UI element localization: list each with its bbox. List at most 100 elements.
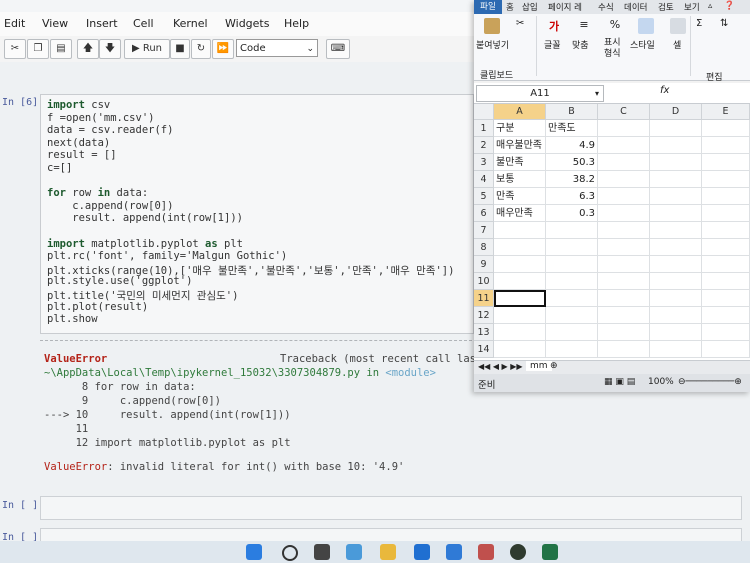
grid-cell[interactable] bbox=[702, 307, 750, 324]
sort-filter-icon[interactable]: ⇅ bbox=[720, 18, 736, 34]
grid-cell[interactable]: 만족 bbox=[494, 188, 546, 205]
grid-cell[interactable]: 0.3 bbox=[546, 205, 598, 222]
grid-cell[interactable] bbox=[650, 324, 702, 341]
grid-cell[interactable] bbox=[702, 290, 750, 307]
menu-cell[interactable]: Cell bbox=[133, 17, 154, 30]
grid-cell[interactable] bbox=[702, 188, 750, 205]
grid-cell[interactable] bbox=[598, 324, 650, 341]
grid-cell[interactable] bbox=[598, 137, 650, 154]
move-up-button[interactable]: 🡅 bbox=[77, 39, 99, 59]
file-explorer-icon[interactable] bbox=[380, 544, 396, 560]
grid-cell[interactable] bbox=[598, 154, 650, 171]
font-group-button[interactable]: 글꼴 bbox=[544, 38, 561, 51]
grid-cell[interactable] bbox=[650, 307, 702, 324]
grid-cell[interactable] bbox=[494, 273, 546, 290]
grid-cell[interactable]: 매우만족 bbox=[494, 205, 546, 222]
help-icon[interactable]: ❓ bbox=[724, 1, 735, 11]
cut-button[interactable]: ✂ bbox=[4, 39, 26, 59]
grid-cell[interactable] bbox=[650, 205, 702, 222]
empty-code-cell[interactable] bbox=[40, 496, 742, 520]
grid-cell[interactable] bbox=[546, 256, 598, 273]
interrupt-button[interactable]: ■ bbox=[170, 39, 190, 59]
restart-button[interactable]: ↻ bbox=[191, 39, 211, 59]
view-mode-icons[interactable]: ▦ ▣ ▤ bbox=[604, 377, 635, 387]
paste-button[interactable]: ▤ bbox=[50, 39, 72, 59]
grid-cell[interactable] bbox=[650, 341, 702, 358]
row-header[interactable]: 2 bbox=[474, 137, 494, 154]
windows-start-icon[interactable] bbox=[246, 544, 262, 560]
grid-cell[interactable] bbox=[702, 120, 750, 137]
grid-cell[interactable] bbox=[598, 307, 650, 324]
tab-insert[interactable]: 삽입 bbox=[522, 1, 538, 13]
select-all-corner[interactable] bbox=[474, 104, 494, 120]
grid-cell[interactable] bbox=[650, 222, 702, 239]
grid-cell[interactable] bbox=[702, 205, 750, 222]
grid-cell[interactable] bbox=[598, 222, 650, 239]
styles-icon[interactable] bbox=[638, 18, 654, 34]
run-button[interactable]: ▶ Run bbox=[124, 39, 170, 59]
align-group-button[interactable]: 맞춤 bbox=[572, 38, 589, 51]
column-header[interactable]: C bbox=[598, 104, 650, 120]
menu-view[interactable]: View bbox=[42, 17, 68, 30]
active-cell[interactable] bbox=[494, 290, 546, 307]
tab-data[interactable]: 데이터 bbox=[624, 1, 647, 13]
grid-cell[interactable] bbox=[494, 341, 546, 358]
sheet-tab-mm[interactable]: mm bbox=[526, 361, 552, 371]
grid-cell[interactable] bbox=[650, 154, 702, 171]
grid-cell[interactable] bbox=[598, 256, 650, 273]
grid-cell[interactable] bbox=[546, 273, 598, 290]
grid-cell[interactable] bbox=[702, 222, 750, 239]
grid-cell[interactable] bbox=[598, 120, 650, 137]
tab-review[interactable]: 검토 bbox=[658, 1, 674, 13]
grid-cell[interactable] bbox=[702, 341, 750, 358]
grid-cell[interactable]: 4.9 bbox=[546, 137, 598, 154]
grid-cell[interactable] bbox=[650, 137, 702, 154]
grid-cell[interactable]: 매우불만족 bbox=[494, 137, 546, 154]
code-cell[interactable]: import csv f =open('mm.csv') data = csv.re… bbox=[40, 94, 474, 334]
grid-cell[interactable] bbox=[702, 137, 750, 154]
grid-cell[interactable] bbox=[598, 205, 650, 222]
grid-cell[interactable] bbox=[598, 171, 650, 188]
grid-cell[interactable] bbox=[650, 239, 702, 256]
run-all-button[interactable]: ⏩ bbox=[212, 39, 234, 59]
grid-cell[interactable]: 보통 bbox=[494, 171, 546, 188]
row-header[interactable]: 11 bbox=[474, 290, 494, 307]
powerpoint-icon[interactable] bbox=[478, 544, 494, 560]
grid-cell[interactable] bbox=[546, 222, 598, 239]
grid-cell[interactable] bbox=[650, 120, 702, 137]
grid-cell[interactable] bbox=[494, 222, 546, 239]
font-color-icon[interactable]: 가 bbox=[546, 18, 562, 34]
column-header[interactable]: D bbox=[650, 104, 702, 120]
grid-cell[interactable] bbox=[702, 239, 750, 256]
tab-page-layout[interactable]: 페이지 레 bbox=[548, 1, 582, 13]
cell-type-select[interactable]: Code ⌄ bbox=[236, 39, 318, 57]
grid-cell[interactable]: 50.3 bbox=[546, 154, 598, 171]
grid-cell[interactable]: 38.2 bbox=[546, 171, 598, 188]
row-header[interactable]: 7 bbox=[474, 222, 494, 239]
tab-formulas[interactable]: 수식 bbox=[598, 1, 614, 13]
cells-button[interactable]: 셀 bbox=[673, 38, 681, 51]
percent-icon[interactable]: % bbox=[607, 18, 623, 34]
insert-sheet-icon[interactable]: ⊕ bbox=[550, 361, 558, 371]
grid-cell[interactable] bbox=[650, 256, 702, 273]
grid-cell[interactable] bbox=[546, 341, 598, 358]
command-palette-button[interactable]: ⌨ bbox=[326, 39, 350, 59]
grid-cell[interactable] bbox=[598, 188, 650, 205]
row-header[interactable]: 10 bbox=[474, 273, 494, 290]
column-header[interactable]: E bbox=[702, 104, 750, 120]
edge-icon[interactable] bbox=[414, 544, 430, 560]
row-header[interactable]: 6 bbox=[474, 205, 494, 222]
name-box[interactable]: A11 ▾ bbox=[476, 85, 604, 102]
tab-file[interactable]: 파일 bbox=[474, 0, 502, 14]
row-header[interactable]: 9 bbox=[474, 256, 494, 273]
cut-icon[interactable]: ✂ bbox=[516, 18, 532, 34]
widgets-icon[interactable] bbox=[346, 544, 362, 560]
grid-cell[interactable] bbox=[702, 154, 750, 171]
grid-cell[interactable]: 만족도 bbox=[546, 120, 598, 137]
grid-cell[interactable] bbox=[598, 273, 650, 290]
number-format-button[interactable]: 표시 형식 bbox=[604, 38, 621, 60]
grid-cell[interactable] bbox=[494, 324, 546, 341]
sheet-nav-icon[interactable]: ◀◀ ◀ ▶ ▶▶ bbox=[478, 362, 523, 371]
row-header[interactable]: 5 bbox=[474, 188, 494, 205]
row-header[interactable]: 8 bbox=[474, 239, 494, 256]
